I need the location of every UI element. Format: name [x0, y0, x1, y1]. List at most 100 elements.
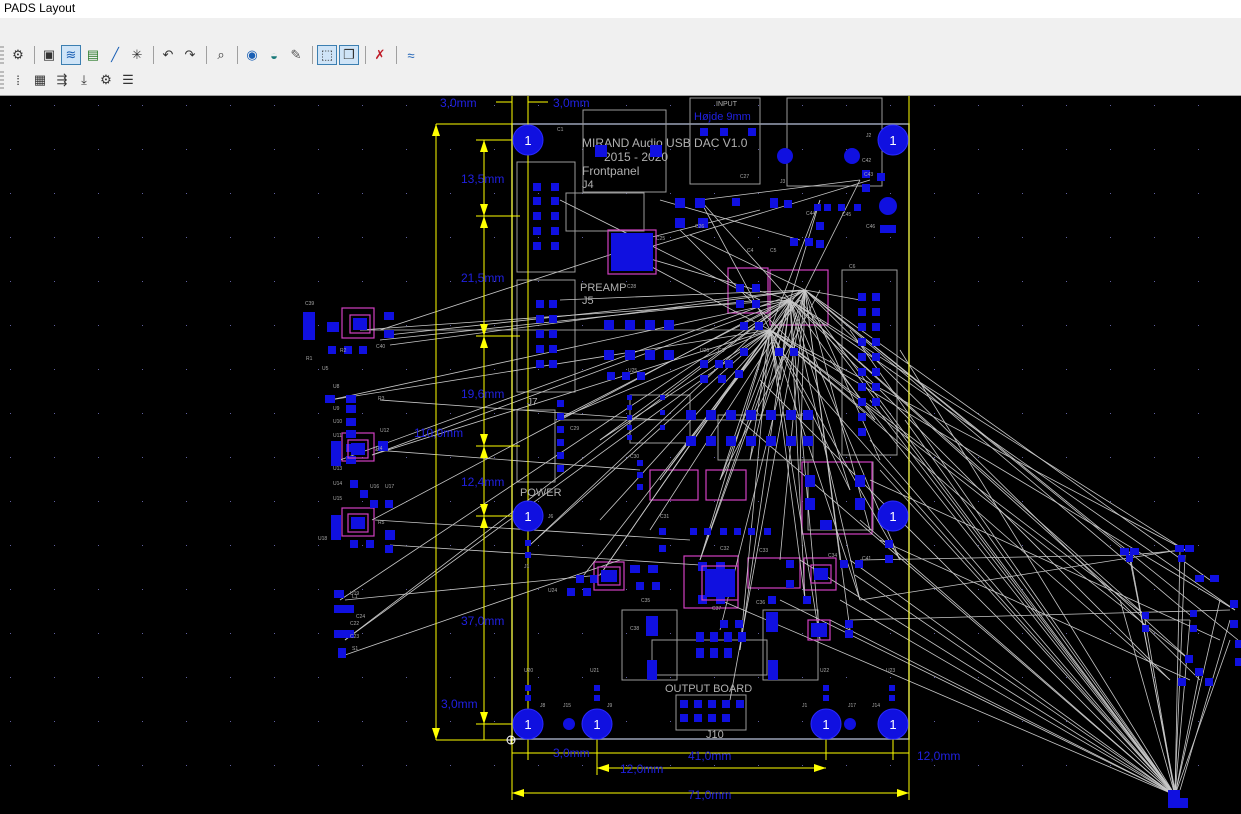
label-j4: J4: [582, 179, 594, 191]
toolbar-grip[interactable]: [0, 71, 4, 89]
ref-label: U15: [333, 496, 342, 502]
copper-pour-icon: ▤: [86, 47, 100, 62]
toolbar-separator: [312, 46, 313, 64]
dim-v5: 37,0mm: [461, 614, 504, 628]
ref-label: C6: [849, 264, 856, 270]
mount-hole-label: 1: [889, 717, 896, 732]
ref-label: C28: [627, 284, 636, 290]
pcb-layout-view[interactable]: 3,0mm 3,0mm 13,5mm 21,5mm 19,6mm 110,0mm…: [0, 96, 1241, 809]
label-preamp: PREAMP: [580, 282, 626, 294]
undo-icon: ↶: [162, 47, 174, 62]
undo-button[interactable]: ↶: [158, 45, 178, 65]
ref-label: C23: [350, 634, 359, 640]
dim-b3: 12,0mm: [620, 762, 663, 776]
toolbar-area: ⚙ ▣ ≋ ▤ ╱ ✳ ↶ ↷ ⌕ ◉ ◒ ✎ ⬚ ❐ ✗ ≈ ⁞ ▦ ⇶ ⤓ ⚙ ☰: [0, 18, 1241, 96]
toolbar-grip[interactable]: [0, 46, 4, 64]
ratsnest-button[interactable]: ✳: [127, 45, 147, 65]
dim-v6: 3,0mm: [441, 697, 478, 711]
ref-label: C32: [720, 546, 729, 552]
toolbar-separator: [237, 46, 238, 64]
hatch-button[interactable]: ▦: [30, 70, 50, 90]
redo-icon: ↷: [184, 47, 196, 62]
toolbar-separator: [365, 46, 366, 64]
ref-label: J17: [848, 703, 856, 709]
list-button[interactable]: ☰: [118, 70, 138, 90]
ref-label: U11: [333, 433, 342, 439]
dim-b-total: 71,0mm: [688, 788, 731, 802]
ref-label: C39: [305, 301, 314, 307]
zoom-icon: ⌕: [217, 47, 225, 62]
bottom-button[interactable]: ⤓: [74, 70, 94, 90]
mount-hole-label: 1: [822, 717, 829, 732]
ref-label: C46: [866, 224, 875, 230]
dim-b4: 12,0mm: [917, 749, 960, 763]
dim-v4: 12,4mm: [461, 475, 504, 489]
pour-button[interactable]: ▤: [83, 45, 103, 65]
ref-label: C41: [862, 556, 871, 562]
align-button[interactable]: ⇶: [52, 70, 72, 90]
window-icon: ❐: [343, 47, 355, 62]
ref-label: J1: [524, 564, 530, 570]
route-button[interactable]: ≋: [61, 45, 81, 65]
ref-label: C29: [570, 426, 579, 432]
label-input: INPUT: [716, 101, 738, 108]
dots-button[interactable]: ⁞: [8, 70, 28, 90]
verify-button[interactable]: ✗: [370, 45, 390, 65]
ref-label: U25: [628, 368, 637, 374]
ref-label: U24: [548, 588, 557, 594]
brush-icon: ✎: [290, 47, 302, 62]
redo-button[interactable]: ↷: [180, 45, 200, 65]
router-button[interactable]: ≈: [401, 45, 421, 65]
ref-label: C43: [864, 172, 873, 178]
ref-label: C26: [695, 224, 704, 230]
mount-hole-label: 1: [524, 133, 531, 148]
ref-label: J1: [802, 703, 808, 709]
toolbar-separator: [34, 46, 35, 64]
toolbar-separator: [153, 46, 154, 64]
add-trace-button[interactable]: ╱: [105, 45, 125, 65]
origin-marker: [506, 735, 516, 745]
cam-icon: ◒: [270, 47, 278, 63]
ref-label: J9: [607, 703, 613, 709]
select-mode-button[interactable]: ⬚: [317, 45, 337, 65]
cam-button[interactable]: ◒: [264, 45, 284, 65]
dim-b1: 3,0mm: [553, 746, 590, 760]
gear-icon: ⚙: [100, 72, 112, 87]
ref-label: U14: [333, 481, 342, 487]
dim-top-left: 3,0mm: [440, 96, 477, 110]
grid-dots-icon: ⁞: [16, 72, 20, 88]
toolbar-row-main: ⚙ ▣ ≋ ▤ ╱ ✳ ↶ ↷ ⌕ ◉ ◒ ✎ ⬚ ❐ ✗ ≈: [0, 44, 423, 66]
open-button[interactable]: ▣: [39, 45, 59, 65]
zoom-button[interactable]: ⌕: [211, 45, 231, 65]
ref-label: R5: [378, 520, 385, 526]
ref-label: C22: [350, 621, 359, 627]
label-output: OUTPUT BOARD: [665, 683, 752, 695]
ref-label: C42: [862, 158, 871, 164]
verify-icon: ✗: [374, 47, 386, 62]
align-icon: ⇶: [56, 72, 68, 87]
paint-button[interactable]: ✎: [286, 45, 306, 65]
ref-label: R3: [378, 396, 385, 402]
ref-label: U26: [700, 348, 709, 354]
ref-label: S1: [352, 646, 358, 652]
design-canvas[interactable]: 3,0mm 3,0mm 13,5mm 21,5mm 19,6mm 110,0mm…: [0, 96, 1241, 809]
ref-label: U12: [380, 428, 389, 434]
push-down-icon: ⤓: [81, 72, 87, 87]
ref-label: J8: [540, 703, 546, 709]
window-button[interactable]: ❐: [339, 45, 359, 65]
ref-label: C3: [718, 348, 725, 354]
ref-label: J15: [563, 703, 571, 709]
ref-label: C45: [842, 212, 851, 218]
router-icon: ≈: [407, 47, 415, 63]
ref-label: U18: [318, 536, 327, 542]
ref-label: U9: [333, 406, 340, 412]
add-trace-icon: ╱: [111, 47, 119, 62]
ref-label: C37: [712, 606, 721, 612]
view-3d-button[interactable]: ◉: [242, 45, 262, 65]
gear-button[interactable]: ⚙: [96, 70, 116, 90]
ref-label: C30: [630, 454, 639, 460]
ref-label: C5: [770, 248, 777, 254]
settings-button[interactable]: ⚙: [8, 45, 28, 65]
mount-hole-label: 1: [524, 717, 531, 732]
board-subtitle: Frontpanel: [582, 164, 639, 178]
